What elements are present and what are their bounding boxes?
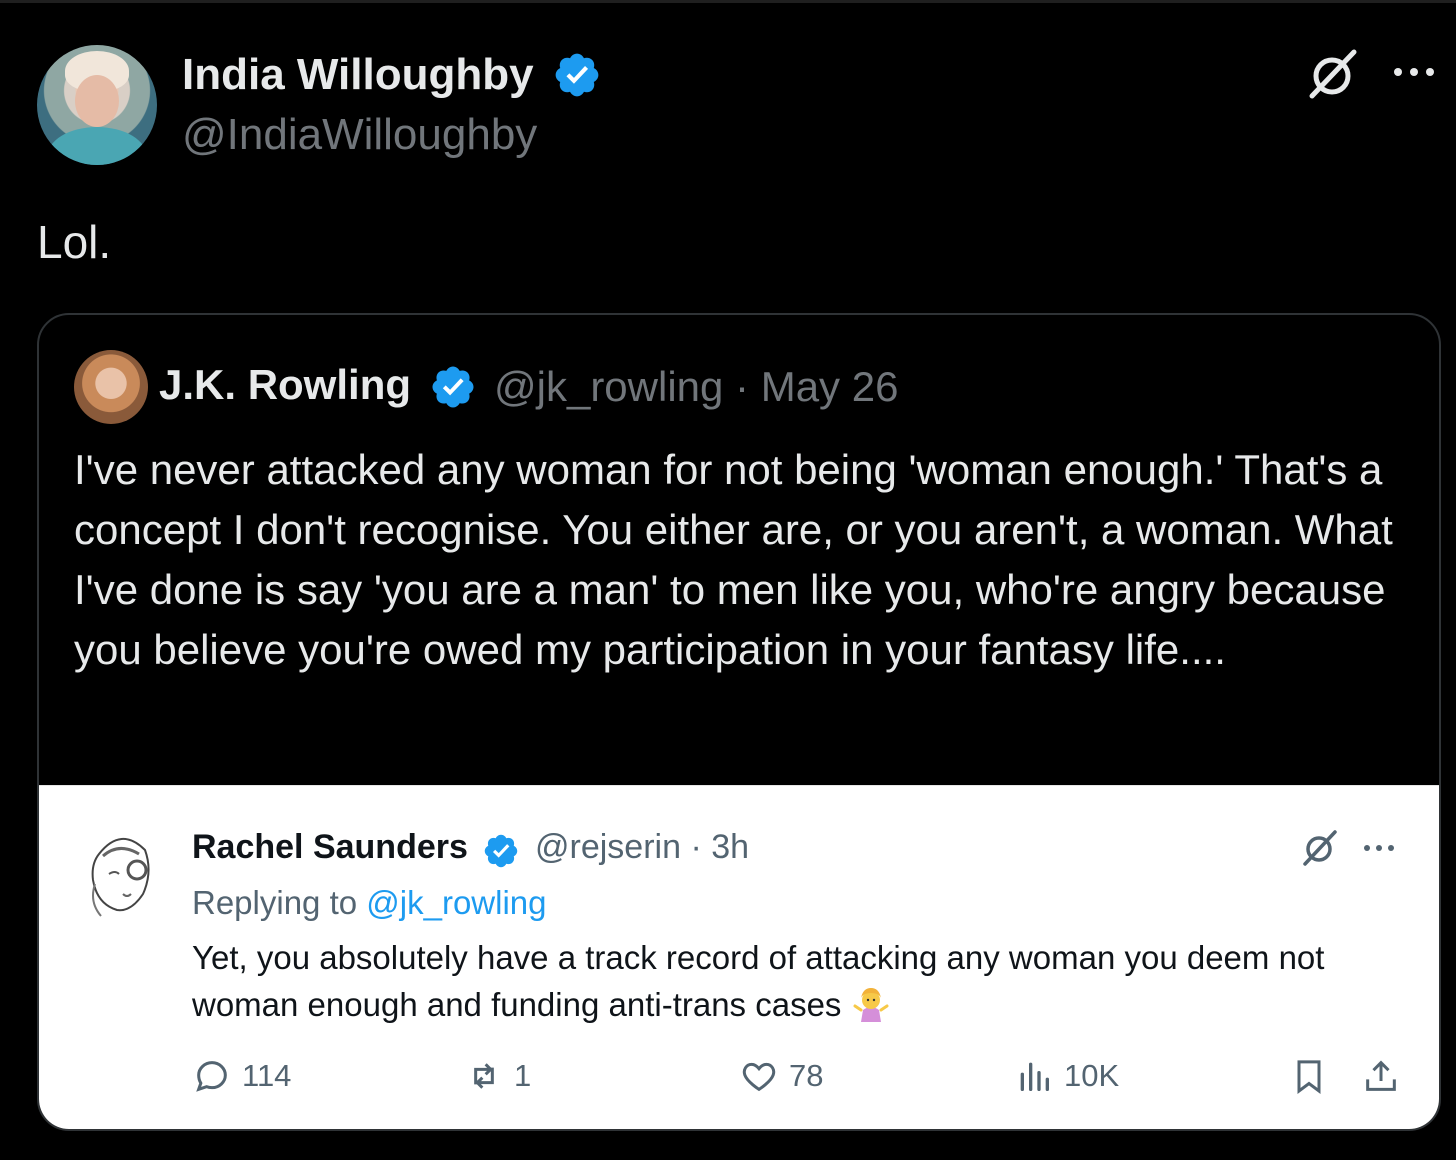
views-count: 10K bbox=[1064, 1058, 1120, 1093]
reply-action: 114 bbox=[192, 1056, 291, 1096]
repost-icon bbox=[474, 1063, 494, 1089]
quoted-tweet-text: I've never attacked any woman for not be… bbox=[74, 446, 1393, 673]
avatar-face bbox=[75, 75, 119, 127]
quoted-author-avatar[interactable] bbox=[74, 350, 148, 424]
woman-shrugging-emoji-icon bbox=[853, 988, 889, 1022]
like-count: 78 bbox=[789, 1058, 824, 1093]
verified-badge-icon bbox=[484, 834, 518, 868]
grok-icon[interactable] bbox=[1304, 46, 1360, 102]
bookmark-icon bbox=[1297, 1060, 1321, 1094]
bookmark-action bbox=[1289, 1056, 1329, 1096]
reply-text-block: Yet, you absolutely have a track record … bbox=[192, 934, 1392, 1028]
replying-to-line: Replying to @jk_rowling bbox=[192, 884, 547, 922]
reply-action-bar: 114 1 78 10K bbox=[39, 1056, 1439, 1106]
embedded-reply-screenshot: Rachel Saunders @rejserin · 3h Replying … bbox=[39, 785, 1439, 1129]
top-border bbox=[0, 0, 1456, 3]
reply-author-name: Rachel Saunders bbox=[192, 828, 468, 866]
views-action: 10K bbox=[1014, 1056, 1119, 1096]
like-action: 78 bbox=[739, 1056, 823, 1096]
views-chart-icon bbox=[1020, 1062, 1049, 1091]
verified-badge-icon bbox=[432, 366, 474, 408]
more-options-icon bbox=[1364, 845, 1394, 851]
more-options-icon[interactable] bbox=[1390, 56, 1438, 86]
quoted-tweet-card[interactable]: J.K. Rowling @jk_rowling · May 26 I've n… bbox=[37, 313, 1441, 1131]
reply-count: 114 bbox=[242, 1058, 292, 1093]
quoted-author-name[interactable]: J.K. Rowling bbox=[159, 361, 411, 409]
tweet-text: Lol. bbox=[37, 216, 112, 268]
author-avatar[interactable] bbox=[37, 45, 157, 165]
replying-to-mention: @jk_rowling bbox=[366, 884, 547, 921]
replying-to-label: Replying to bbox=[192, 884, 367, 921]
repost-count: 1 bbox=[514, 1058, 532, 1093]
reply-handle-time: @rejserin · 3h bbox=[535, 828, 750, 866]
reply-text: Yet, you absolutely have a track record … bbox=[192, 939, 1325, 1023]
reply-author-avatar bbox=[81, 826, 161, 918]
avatar-shoulders bbox=[47, 127, 147, 165]
repost-action: 1 bbox=[464, 1056, 531, 1096]
author-name[interactable]: India Willoughby bbox=[182, 50, 534, 100]
quoted-handle-date: @jk_rowling · May 26 bbox=[494, 363, 899, 410]
author-handle[interactable]: @IndiaWilloughby bbox=[182, 110, 537, 160]
verified-badge-icon bbox=[555, 53, 599, 97]
share-action bbox=[1361, 1056, 1401, 1096]
heart-icon bbox=[742, 1062, 776, 1092]
grok-icon bbox=[1303, 830, 1337, 866]
reply-bubble-icon bbox=[196, 1061, 227, 1092]
share-icon bbox=[1366, 1060, 1396, 1091]
